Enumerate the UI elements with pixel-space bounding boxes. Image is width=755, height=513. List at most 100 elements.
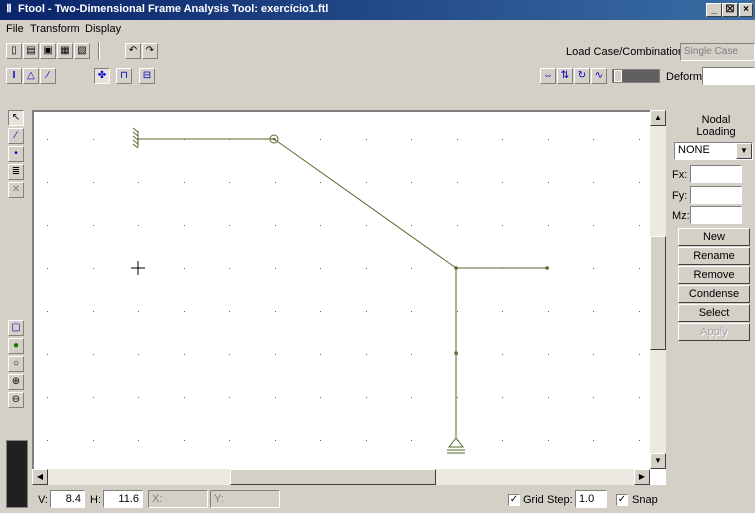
deform-input[interactable] xyxy=(702,67,755,85)
grid-dot xyxy=(320,397,321,398)
grid-dot xyxy=(411,225,412,226)
fy-input[interactable] xyxy=(690,186,742,204)
print-icon[interactable]: ▦ xyxy=(57,43,73,59)
grid-checkbox[interactable]: ✓ xyxy=(508,494,520,506)
grid-dot xyxy=(593,311,594,312)
axial-diagram-icon[interactable]: ⇔ xyxy=(540,68,556,84)
select-button[interactable]: Select xyxy=(678,304,750,322)
horizontal-scrollbar[interactable]: ◀ ▶ xyxy=(32,469,650,485)
mz-input[interactable] xyxy=(690,206,742,224)
save-icon[interactable]: ▣ xyxy=(40,43,56,59)
zoom-in-icon[interactable]: ⊕ xyxy=(8,374,24,390)
grid-dot xyxy=(457,311,458,312)
grid-dot xyxy=(47,139,48,140)
shear-diagram-icon[interactable]: ⇅ xyxy=(557,68,573,84)
menu-transform[interactable]: Transform xyxy=(30,23,80,35)
grid-dot xyxy=(93,139,94,140)
draw-member-icon[interactable]: ∕ xyxy=(8,128,24,144)
grid-dot xyxy=(639,182,640,183)
left-tool-column: ↖ ∕ • ≣ ✕ ▢ ● ○ ⊕ ⊖ xyxy=(6,110,28,510)
deformed-shape-icon[interactable]: ∿ xyxy=(591,68,607,84)
open-folder-icon[interactable]: ▤ xyxy=(23,43,39,59)
grid-dot xyxy=(93,440,94,441)
cursor-crosshair xyxy=(131,261,145,275)
member-diagonal[interactable] xyxy=(273,138,457,269)
frame-model-svg[interactable] xyxy=(34,112,650,469)
menu-display[interactable]: Display xyxy=(85,23,121,35)
chevron-down-icon[interactable]: ▼ xyxy=(736,143,752,159)
drawing-canvas[interactable] xyxy=(32,110,666,485)
scroll-up-icon[interactable]: ▲ xyxy=(650,110,666,126)
grid-dot xyxy=(320,440,321,441)
grid-dot xyxy=(548,225,549,226)
redo-icon[interactable]: ↷ xyxy=(142,43,158,59)
apply-button[interactable]: Apply xyxy=(678,323,750,341)
linear-load-icon[interactable]: ⊟ xyxy=(139,68,155,84)
grid-dot xyxy=(184,225,185,226)
remove-button[interactable]: Remove xyxy=(678,266,750,284)
grid-dot xyxy=(411,311,412,312)
scroll-right-icon[interactable]: ▶ xyxy=(634,469,650,485)
vertical-scrollbar[interactable]: ▲ ▼ xyxy=(650,110,666,469)
step-input[interactable]: 1.0 xyxy=(575,490,607,508)
delete-icon[interactable]: ✕ xyxy=(8,182,24,198)
load-case-select[interactable]: Single Case xyxy=(680,43,755,61)
grid-dot xyxy=(275,440,276,441)
grid-dot xyxy=(275,182,276,183)
draw-node-icon[interactable]: • xyxy=(8,146,24,162)
zoom-icon[interactable]: ○ xyxy=(8,356,24,372)
load-type-select[interactable]: NONE ▼ xyxy=(674,142,753,160)
deform-slider-thumb[interactable] xyxy=(614,70,622,82)
grid-dot xyxy=(411,182,412,183)
maximize-button[interactable]: ☒ xyxy=(722,3,738,17)
fx-input[interactable] xyxy=(690,165,742,183)
load-type-value: NONE xyxy=(678,144,710,156)
grid-dot xyxy=(47,354,48,355)
h-field[interactable]: 11.6 xyxy=(103,490,143,508)
menu-file[interactable]: File xyxy=(6,23,24,35)
distributed-load-icon[interactable]: ⊓ xyxy=(116,68,132,84)
grid-dot xyxy=(93,397,94,398)
grid-dot xyxy=(47,225,48,226)
grid-dot xyxy=(184,397,185,398)
grid-dot xyxy=(593,440,594,441)
nodal-loading-panel: Nodal Loading NONE ▼ Fx: Fy: Mz: New Ren… xyxy=(668,110,755,510)
condense-button[interactable]: Condense xyxy=(678,285,750,303)
grid-dot xyxy=(229,182,230,183)
zoom-out-icon[interactable]: ⊖ xyxy=(8,392,24,408)
minimize-button[interactable]: _ xyxy=(706,3,722,17)
node-cantilever-end[interactable] xyxy=(545,266,549,270)
undo-icon[interactable]: ↶ xyxy=(125,43,141,59)
x-label: X: xyxy=(152,493,163,505)
copy-icon[interactable]: ▧ xyxy=(74,43,90,59)
select-pointer-icon[interactable]: ↖ xyxy=(8,110,24,126)
display-icon[interactable]: ▢ xyxy=(8,320,24,336)
v-label: V: xyxy=(38,494,48,506)
grid-dot xyxy=(184,182,185,183)
close-button[interactable]: × xyxy=(739,3,753,17)
vertical-scroll-thumb[interactable] xyxy=(650,236,666,350)
member-mode-icon[interactable]: I xyxy=(6,68,22,84)
snap-checkbox[interactable]: ✓ xyxy=(616,494,628,506)
grid-dot xyxy=(366,139,367,140)
grid-dot xyxy=(502,225,503,226)
rename-button[interactable]: Rename xyxy=(678,247,750,265)
node-junction[interactable] xyxy=(454,266,458,270)
grid-dot xyxy=(411,268,412,269)
horizontal-scroll-thumb[interactable] xyxy=(230,469,436,485)
nodal-load-icon[interactable]: ✤ xyxy=(94,68,110,84)
grid-dot xyxy=(93,225,94,226)
load-mode-icon[interactable]: ∕ xyxy=(40,68,56,84)
node-column-mid[interactable] xyxy=(454,351,458,355)
grid-dot xyxy=(229,268,230,269)
support-mode-icon[interactable]: △ xyxy=(23,68,39,84)
grid-dot xyxy=(548,440,549,441)
grid-pattern-icon[interactable]: ≣ xyxy=(8,164,24,180)
globe-icon[interactable]: ● xyxy=(8,338,24,354)
v-field[interactable]: 8.4 xyxy=(50,490,85,508)
scroll-left-icon[interactable]: ◀ xyxy=(32,469,48,485)
scroll-down-icon[interactable]: ▼ xyxy=(650,453,666,469)
new-button[interactable]: New xyxy=(678,228,750,246)
new-file-icon[interactable]: ▯ xyxy=(6,43,22,59)
moment-diagram-icon[interactable]: ↻ xyxy=(574,68,590,84)
